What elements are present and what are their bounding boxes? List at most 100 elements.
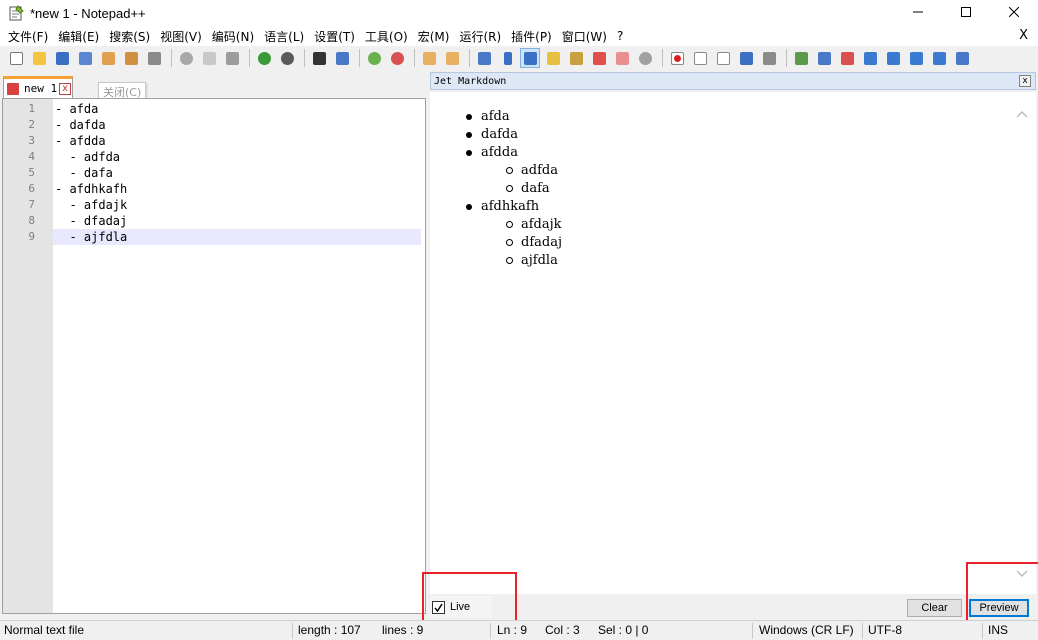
zoom-out-icon[interactable]: [387, 48, 407, 68]
paste-icon[interactable]: [222, 48, 242, 68]
tab-close-icon[interactable]: x: [59, 82, 72, 95]
code-line[interactable]: - afdajk: [53, 197, 421, 213]
menu-encoding[interactable]: 编码(N): [208, 28, 258, 45]
print-icon[interactable]: [144, 48, 164, 68]
jet-md-up-icon[interactable]: [883, 48, 903, 68]
menu-edit[interactable]: 编辑(E): [54, 28, 103, 45]
sync-horizontal-icon[interactable]: [442, 48, 462, 68]
toolbar-separator: [662, 49, 663, 67]
line-number: 9: [28, 230, 35, 243]
menu-macro[interactable]: 宏(M): [414, 28, 454, 45]
copy-icon[interactable]: [199, 48, 219, 68]
preview-list: afda dafda afdda adfda dafa afdhkafh afd…: [466, 108, 562, 270]
code-line[interactable]: - afda: [53, 101, 421, 117]
close-all-icon[interactable]: [121, 48, 141, 68]
clear-button[interactable]: Clear: [907, 599, 962, 617]
tab-label: new 1: [24, 82, 58, 95]
function-list-icon[interactable]: [589, 48, 609, 68]
close-file-icon[interactable]: [98, 48, 118, 68]
code-line[interactable]: - dafda: [53, 117, 421, 133]
sync-vertical-icon[interactable]: [419, 48, 439, 68]
lang-define-icon[interactable]: [543, 48, 563, 68]
close-window-button[interactable]: [990, 0, 1038, 24]
jet-md-down-icon[interactable]: [906, 48, 926, 68]
play-macro-icon[interactable]: [713, 48, 733, 68]
menu-settings[interactable]: 设置(T): [310, 28, 359, 45]
unsaved-document-icon: [7, 82, 19, 95]
scroll-up-icon[interactable]: [1016, 106, 1028, 122]
stop-record-icon[interactable]: [690, 48, 710, 68]
open-file-icon[interactable]: [29, 48, 49, 68]
cut-icon[interactable]: [176, 48, 196, 68]
status-file-type: Normal text file: [4, 623, 85, 637]
code-line[interactable]: - dafa: [53, 165, 421, 181]
current-code-line[interactable]: - ajfdla: [53, 229, 421, 245]
menu-plugins[interactable]: 插件(P): [507, 28, 556, 45]
status-divider: [292, 623, 293, 639]
jet-md-bottom-icon[interactable]: [929, 48, 949, 68]
code-line[interactable]: - dfadaj: [53, 213, 421, 229]
line-number: 3: [28, 134, 35, 147]
new-file-icon[interactable]: [6, 48, 26, 68]
menu-window[interactable]: 窗口(W): [558, 28, 611, 45]
line-number: 8: [28, 214, 35, 227]
code-line[interactable]: - adfda: [53, 149, 421, 165]
menu-file[interactable]: 文件(F): [4, 28, 52, 45]
menu-tools[interactable]: 工具(O): [361, 28, 412, 45]
menu-language[interactable]: 语言(L): [260, 28, 308, 45]
line-number: 4: [28, 150, 35, 163]
redo-icon[interactable]: [277, 48, 297, 68]
code-line[interactable]: - afdda: [53, 133, 421, 149]
code-line[interactable]: - afdhkafh: [53, 181, 421, 197]
list-item-text: ajfdla: [521, 253, 558, 268]
find-icon[interactable]: [309, 48, 329, 68]
toolbar-separator: [304, 49, 305, 67]
list-item-text: adfda: [521, 163, 558, 178]
record-macro-icon[interactable]: [667, 48, 687, 68]
status-divider: [490, 623, 491, 639]
save-macro-icon[interactable]: [759, 48, 779, 68]
menu-search[interactable]: 搜索(S): [105, 28, 154, 45]
jet-md-top-icon[interactable]: [860, 48, 880, 68]
markdown-preview[interactable]: afda dafda afdda adfda dafa afdhkafh afd…: [430, 92, 1036, 594]
toolbar-separator: [414, 49, 415, 67]
monitor-icon[interactable]: [635, 48, 655, 68]
jet-md-config-icon[interactable]: [952, 48, 972, 68]
maximize-button[interactable]: [942, 0, 990, 24]
tab-new-1[interactable]: new 1 x: [3, 76, 73, 98]
editor-pane[interactable]: 1 2 3 4 5 6 7 8 9 - afda - dafda - afdda…: [2, 98, 426, 614]
nested-list-item: dfadaj: [506, 234, 562, 252]
undo-icon[interactable]: [254, 48, 274, 68]
run-macro-multiple-icon[interactable]: [736, 48, 756, 68]
disc-bullet-icon: [466, 114, 472, 120]
menu-view[interactable]: 视图(V): [156, 28, 206, 45]
menu-help[interactable]: ?: [613, 29, 627, 43]
folder-workspace-icon[interactable]: [612, 48, 632, 68]
panel-close-icon[interactable]: x: [1019, 75, 1031, 87]
minimize-button[interactable]: [894, 0, 942, 24]
status-divider: [862, 623, 863, 639]
doc-map-icon[interactable]: [566, 48, 586, 68]
save-icon[interactable]: [52, 48, 72, 68]
indent-guide-icon[interactable]: [520, 48, 540, 68]
disc-bullet-icon: [466, 150, 472, 156]
close-document-x-button[interactable]: X: [1019, 28, 1028, 43]
show-all-chars-icon[interactable]: [497, 48, 517, 68]
status-lines: lines : 9: [382, 623, 424, 637]
circle-bullet-icon: [506, 257, 513, 264]
zoom-in-icon[interactable]: [364, 48, 384, 68]
jet-md-table-icon[interactable]: [814, 48, 834, 68]
jet-md-preview-icon[interactable]: [791, 48, 811, 68]
disc-bullet-icon: [466, 204, 472, 210]
save-all-icon[interactable]: [75, 48, 95, 68]
status-insert-mode: INS: [988, 623, 1009, 637]
replace-icon[interactable]: [332, 48, 352, 68]
nested-list: adfda dafa: [506, 162, 562, 198]
word-wrap-icon[interactable]: [474, 48, 494, 68]
code-area[interactable]: - afda - dafda - afdda - adfda - dafa - …: [53, 99, 421, 245]
notepad-plus-plus-window: *new 1 - Notepad++ 文件(F) 编辑(E) 搜索(S) 视图(…: [0, 0, 1038, 640]
list-item: afda: [466, 108, 562, 126]
line-number-gutter: 1 2 3 4 5 6 7 8 9: [3, 99, 53, 613]
menu-run[interactable]: 运行(R): [455, 28, 505, 45]
jet-md-html-icon[interactable]: [837, 48, 857, 68]
